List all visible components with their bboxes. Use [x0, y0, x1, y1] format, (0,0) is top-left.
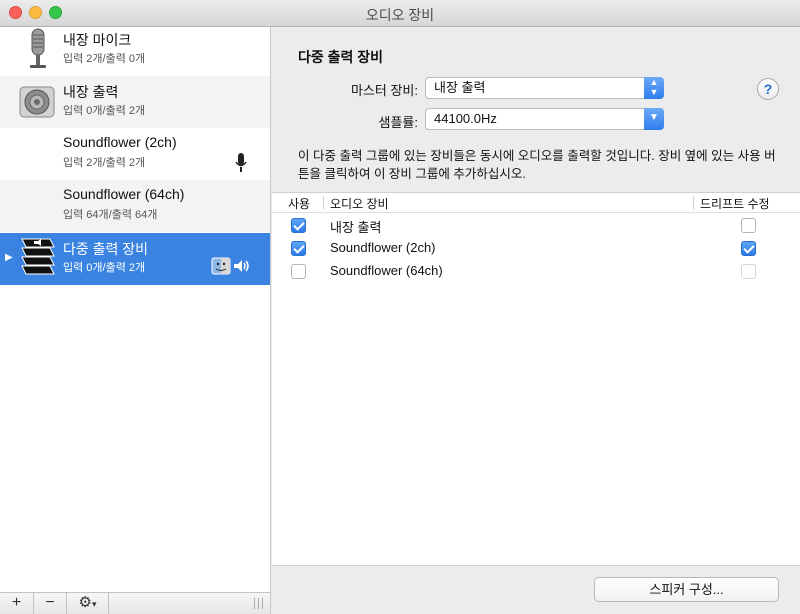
device-item-soundflower-64ch[interactable]: Soundflower (64ch) 입력 64개/출력 64개	[0, 180, 270, 232]
popup-arrows-icon: ▲ ▼	[644, 77, 664, 99]
gear-menu-button[interactable]: ⚙▾	[67, 593, 109, 614]
device-name: Soundflower (64ch)	[63, 186, 185, 202]
volume-icon	[234, 260, 249, 272]
remove-device-button[interactable]: −	[34, 593, 67, 614]
column-divider	[693, 196, 694, 210]
device-io: 입력 2개/출력 0개	[63, 53, 146, 65]
sample-rate-value: 44100.0Hz	[434, 111, 497, 126]
audio-midi-window: 오디오 장비 내장 마이크 입력 2개/출력 0개 내장 출력 입력 0개/출력	[0, 0, 800, 614]
device-cell: 내장 출력	[330, 220, 382, 235]
device-list: 내장 마이크 입력 2개/출력 0개 내장 출력 입력 0개/출력 2개 Sou…	[0, 27, 271, 592]
device-heading: 다중 출력 장비	[298, 49, 384, 65]
device-name: Soundflower (2ch)	[63, 134, 177, 150]
description-text: 이 다중 출력 그룹에 있는 장비들은 동시에 오디오를 출력할 것입니다. 장…	[298, 149, 776, 181]
add-device-button[interactable]: +	[0, 593, 34, 614]
device-io: 입력 2개/출력 2개	[63, 157, 146, 169]
column-header-use[interactable]: 사용	[288, 195, 310, 212]
device-item-built-in-mic[interactable]: 내장 마이크 입력 2개/출력 0개	[0, 27, 270, 76]
device-io: 입력 0개/출력 2개	[63, 262, 146, 274]
column-header-drift[interactable]: 드리프트 수정	[700, 195, 770, 212]
chevron-down-icon: ▼	[644, 108, 664, 130]
speaker-icon	[19, 86, 55, 118]
column-header-device[interactable]: 오디오 장비	[330, 195, 389, 212]
device-item-multi-output[interactable]: ▶ 다중 출력 장비 입력 0개/출력 2개	[0, 233, 270, 285]
resize-handle[interactable]	[254, 598, 263, 609]
column-divider	[323, 196, 324, 210]
table-row: Soundflower (64ch)	[272, 260, 800, 283]
window-title: 오디오 장비	[365, 7, 435, 23]
drift-correction-checkbox[interactable]	[741, 241, 756, 256]
device-io: 입력 64개/출력 64개	[63, 209, 158, 221]
device-list-toolbar: + − ⚙▾	[0, 592, 271, 614]
master-device-value: 내장 출력	[434, 80, 486, 95]
drift-correction-checkbox	[741, 264, 756, 279]
microphone-small-icon	[235, 153, 247, 172]
device-cell: Soundflower (64ch)	[330, 263, 443, 278]
device-name: 내장 출력	[63, 84, 119, 100]
sample-rate-popup[interactable]: 44100.0Hz ▼	[425, 108, 664, 130]
device-cell: Soundflower (2ch)	[330, 240, 436, 255]
use-checkbox[interactable]	[291, 241, 306, 256]
help-button[interactable]: ?	[757, 78, 779, 100]
title-bar: 오디오 장비	[0, 0, 800, 27]
gear-icon: ⚙	[78, 594, 92, 611]
device-io: 입력 0개/출력 2개	[63, 105, 146, 117]
device-item-soundflower-2ch[interactable]: Soundflower (2ch) 입력 2개/출력 2개	[0, 128, 270, 180]
chevron-down-icon: ▾	[91, 599, 97, 609]
output-device-table: 사용 오디오 장비 드리프트 수정 내장 출력 Soundflower (2ch…	[272, 192, 800, 566]
device-name: 내장 마이크	[63, 32, 132, 48]
table-row: Soundflower (2ch)	[272, 237, 800, 260]
master-device-popup[interactable]: 내장 출력 ▲ ▼	[425, 77, 664, 99]
drift-correction-checkbox[interactable]	[741, 218, 756, 233]
master-device-label: 마스터 장비:	[350, 83, 418, 98]
table-row: 내장 출력	[272, 214, 800, 237]
disclosure-triangle-icon[interactable]: ▶	[5, 252, 13, 263]
device-item-built-in-output[interactable]: 내장 출력 입력 0개/출력 2개	[0, 76, 270, 128]
finder-icon	[211, 257, 231, 275]
use-checkbox[interactable]	[291, 218, 306, 233]
use-checkbox[interactable]	[291, 264, 306, 279]
sample-rate-label: 샘플률:	[378, 115, 419, 130]
configure-speakers-button[interactable]: 스피커 구성...	[594, 577, 779, 602]
table-header: 사용 오디오 장비 드리프트 수정	[272, 193, 800, 213]
multi-output-icon	[21, 238, 55, 275]
microphone-icon	[30, 28, 46, 68]
device-name: 다중 출력 장비	[63, 241, 149, 257]
